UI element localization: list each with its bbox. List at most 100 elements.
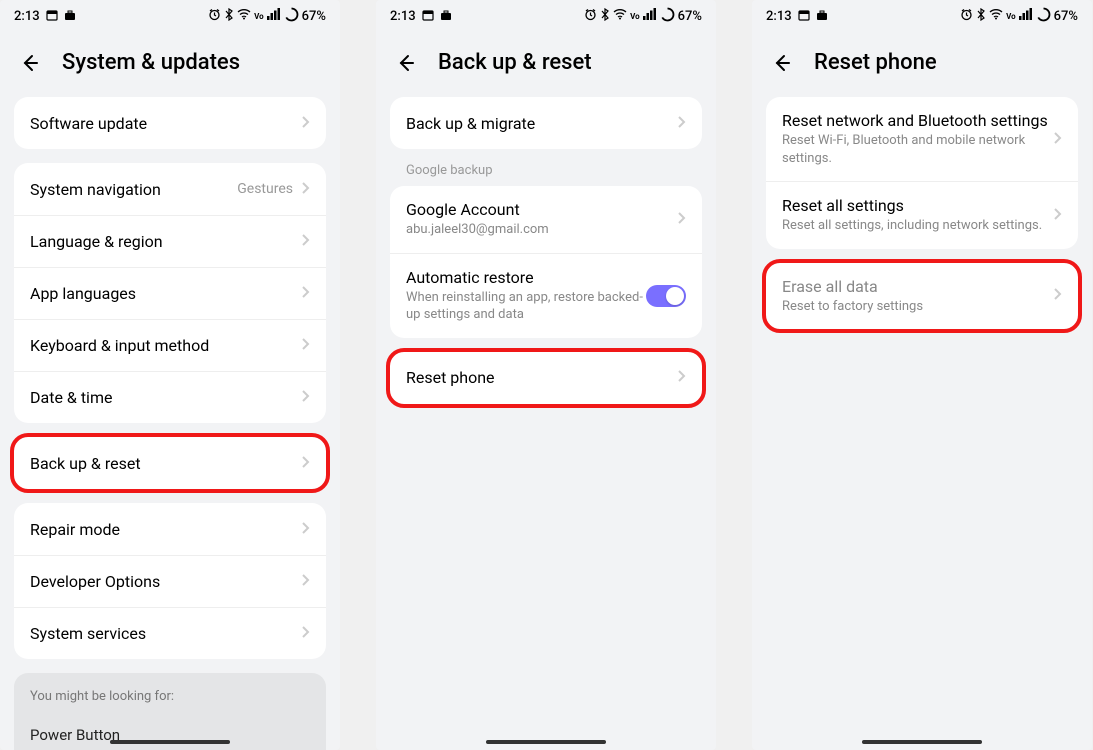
- section-label: Google backup: [390, 163, 702, 186]
- alarm-icon: [584, 8, 597, 25]
- calendar-icon: [46, 9, 58, 24]
- row-repair-mode[interactable]: Repair mode: [14, 503, 326, 555]
- card-google-backup: Google Account abu.jaleel30@gmail.com Au…: [390, 186, 702, 338]
- card-suggestions: You might be looking for: Power Button S…: [14, 673, 326, 750]
- row-sub: When reinstalling an app, restore backed…: [406, 289, 646, 324]
- row-label: Keyboard & input method: [30, 336, 301, 355]
- alarm-icon: [960, 8, 973, 25]
- row-label: Erase all data: [782, 277, 1053, 296]
- status-bar: 2:13 Vo 67%: [376, 0, 716, 32]
- row-label: Repair mode: [30, 520, 301, 539]
- row-label: App languages: [30, 284, 301, 303]
- arrow-left-icon: [18, 52, 40, 74]
- chevron-right-icon: [301, 572, 310, 591]
- card-software-update: Software update: [14, 97, 326, 149]
- wifi-icon: [989, 8, 1003, 24]
- row-language-region[interactable]: Language & region: [14, 215, 326, 267]
- battery-ring-icon: [1036, 7, 1051, 26]
- arrow-left-icon: [770, 52, 792, 74]
- chevron-right-icon: [677, 114, 686, 133]
- row-label: Language & region: [30, 232, 301, 251]
- row-date-time[interactable]: Date & time: [14, 371, 326, 423]
- row-erase-all-data[interactable]: Erase all data Reset to factory settings: [766, 263, 1078, 330]
- chevron-right-icon: [677, 210, 686, 229]
- status-time: 2:13: [390, 9, 416, 24]
- row-label: Back up & migrate: [406, 114, 677, 133]
- row-label: Back up & reset: [30, 454, 301, 473]
- row-label: Date & time: [30, 388, 301, 407]
- row-label: Reset all settings: [782, 196, 1053, 215]
- screen-reset-phone: 2:13 Vo 67% Reset phone Reset network an…: [752, 0, 1092, 750]
- status-time: 2:13: [14, 9, 40, 24]
- status-bar: 2:13 Vo 67%: [752, 0, 1092, 32]
- screen-backup-reset: 2:13 Vo 67% Back up & reset Back up & mi…: [376, 0, 716, 750]
- wifi-icon: [613, 8, 627, 24]
- volte-icon: Vo: [1006, 12, 1016, 21]
- volte-icon: Vo: [630, 12, 640, 21]
- chevron-right-icon: [301, 520, 310, 539]
- nav-indicator[interactable]: [862, 740, 982, 744]
- row-label: Reset phone: [406, 368, 677, 387]
- chevron-right-icon: [301, 336, 310, 355]
- battery-ring-icon: [284, 7, 299, 26]
- chevron-right-icon: [301, 624, 310, 643]
- card-reset-options: Reset network and Bluetooth settings Res…: [766, 97, 1078, 249]
- briefcase-icon: [440, 9, 452, 24]
- back-button[interactable]: [394, 52, 416, 74]
- page-header: Back up & reset: [376, 32, 716, 97]
- row-system-navigation[interactable]: System navigation Gestures: [14, 163, 326, 215]
- row-label: Reset network and Bluetooth settings: [782, 111, 1053, 130]
- chevron-right-icon: [677, 368, 686, 387]
- page-header: System & updates: [0, 32, 340, 97]
- calendar-icon: [422, 9, 434, 24]
- calendar-icon: [798, 9, 810, 24]
- row-keyboard-input[interactable]: Keyboard & input method: [14, 319, 326, 371]
- signal-icon: [267, 8, 281, 24]
- row-label: Automatic restore: [406, 268, 646, 287]
- row-system-services[interactable]: System services: [14, 607, 326, 659]
- back-button[interactable]: [18, 52, 40, 74]
- bluetooth-icon: [224, 8, 234, 25]
- row-reset-phone[interactable]: Reset phone: [390, 352, 702, 404]
- row-developer-options[interactable]: Developer Options: [14, 555, 326, 607]
- card-reset-phone: Reset phone: [390, 352, 702, 404]
- row-reset-network[interactable]: Reset network and Bluetooth settings Res…: [766, 97, 1078, 181]
- row-automatic-restore[interactable]: Automatic restore When reinstalling an a…: [390, 253, 702, 338]
- briefcase-icon: [816, 9, 828, 24]
- row-sub: Reset all settings, including network se…: [782, 217, 1053, 235]
- nav-indicator[interactable]: [486, 740, 606, 744]
- row-google-account[interactable]: Google Account abu.jaleel30@gmail.com: [390, 186, 702, 253]
- page-title: Reset phone: [814, 50, 937, 75]
- chevron-right-icon: [301, 232, 310, 251]
- card-erase-all-data: Erase all data Reset to factory settings: [766, 263, 1078, 330]
- row-label: System navigation: [30, 180, 237, 199]
- row-sub: Reset Wi-Fi, Bluetooth and mobile networ…: [782, 132, 1053, 167]
- arrow-left-icon: [394, 52, 416, 74]
- battery-percent: 67%: [1054, 9, 1078, 24]
- signal-icon: [643, 8, 657, 24]
- status-bar: 2:13 Vo 67%: [0, 0, 340, 32]
- toggle-automatic-restore[interactable]: [646, 285, 686, 307]
- battery-percent: 67%: [302, 9, 326, 24]
- row-backup-reset[interactable]: Back up & reset: [14, 437, 326, 489]
- battery-percent: 67%: [678, 9, 702, 24]
- row-label: Software update: [30, 114, 301, 133]
- nav-indicator[interactable]: [110, 740, 230, 744]
- card-misc-group: Repair mode Developer Options System ser…: [14, 503, 326, 659]
- row-reset-all-settings[interactable]: Reset all settings Reset all settings, i…: [766, 181, 1078, 249]
- page-title: Back up & reset: [438, 50, 592, 75]
- volte-icon: Vo: [254, 12, 264, 21]
- battery-ring-icon: [660, 7, 675, 26]
- briefcase-icon: [64, 9, 76, 24]
- alarm-icon: [208, 8, 221, 25]
- back-button[interactable]: [770, 52, 792, 74]
- status-time: 2:13: [766, 9, 792, 24]
- chevron-right-icon: [1053, 286, 1062, 305]
- row-label: Developer Options: [30, 572, 301, 591]
- chevron-right-icon: [301, 388, 310, 407]
- row-backup-migrate[interactable]: Back up & migrate: [390, 97, 702, 149]
- row-value: Gestures: [237, 181, 293, 197]
- row-software-update[interactable]: Software update: [14, 97, 326, 149]
- suggestion-item[interactable]: Power Button: [30, 718, 310, 750]
- row-app-languages[interactable]: App languages: [14, 267, 326, 319]
